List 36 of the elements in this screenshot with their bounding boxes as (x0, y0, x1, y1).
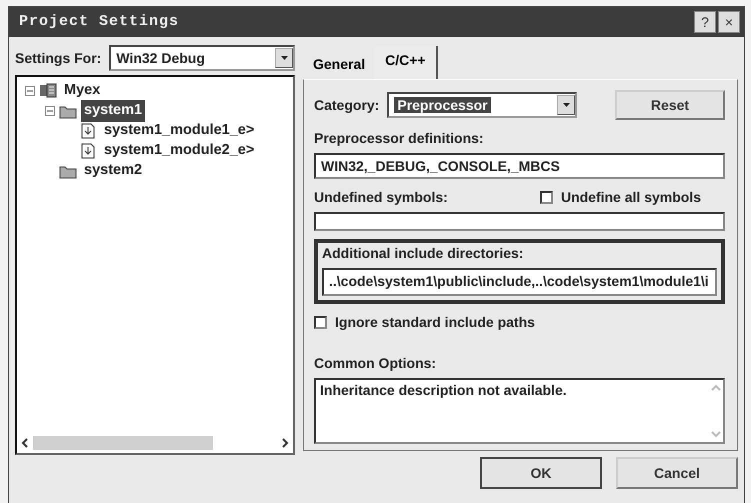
category-dropdown[interactable]: Preprocessor (387, 92, 578, 118)
input-field[interactable] (314, 212, 725, 231)
file-icon (79, 143, 97, 159)
tree-item[interactable]: system1_module2_e> (101, 140, 258, 162)
checkbox-label: Undefine all symbols (560, 188, 701, 207)
tree-item[interactable]: system1_module1_e> (101, 120, 258, 142)
field-label: Additional include directories: (322, 244, 524, 263)
cancel-button[interactable]: Cancel (616, 457, 738, 489)
file-icon (79, 123, 97, 139)
close-button[interactable]: × (718, 11, 740, 33)
checkbox-label: Ignore standard include paths (335, 313, 535, 332)
caret-icon (562, 103, 570, 107)
window-title: Project Settings (19, 12, 180, 32)
settings-dropdown[interactable]: Win32 Debug (109, 45, 295, 71)
field-label: Common Options: (314, 354, 436, 373)
tree-item[interactable]: Myex (61, 80, 104, 102)
tree-item[interactable]: system1 (81, 100, 146, 122)
field-label: Undefined symbols: (314, 188, 448, 207)
input-field[interactable]: WIN32,_DEBUG,_CONSOLE,_MBCS (314, 153, 725, 179)
project-icon (39, 83, 57, 99)
horizontal-scrollbar[interactable] (19, 435, 291, 451)
field-label: Settings For: (15, 48, 102, 68)
tab[interactable]: General (303, 50, 376, 79)
ok-button[interactable]: OK (480, 457, 602, 489)
checkbox[interactable] (540, 191, 553, 204)
field-label: Preprocessor definitions: (314, 129, 484, 148)
field-label: Category: (314, 96, 380, 115)
collapse-icon[interactable] (45, 106, 55, 116)
reset-button[interactable]: Reset (615, 90, 725, 120)
text-area[interactable]: Inheritance description not available. (314, 378, 725, 444)
collapse-icon[interactable] (25, 86, 35, 96)
help-button[interactable]: ? (694, 11, 716, 33)
caret-icon (280, 56, 288, 60)
checkbox[interactable] (314, 316, 327, 329)
input-field[interactable]: ..\code\system1\public\include,..\code\system1\module1\i (322, 268, 717, 296)
tree-item[interactable]: system2 (81, 160, 146, 182)
